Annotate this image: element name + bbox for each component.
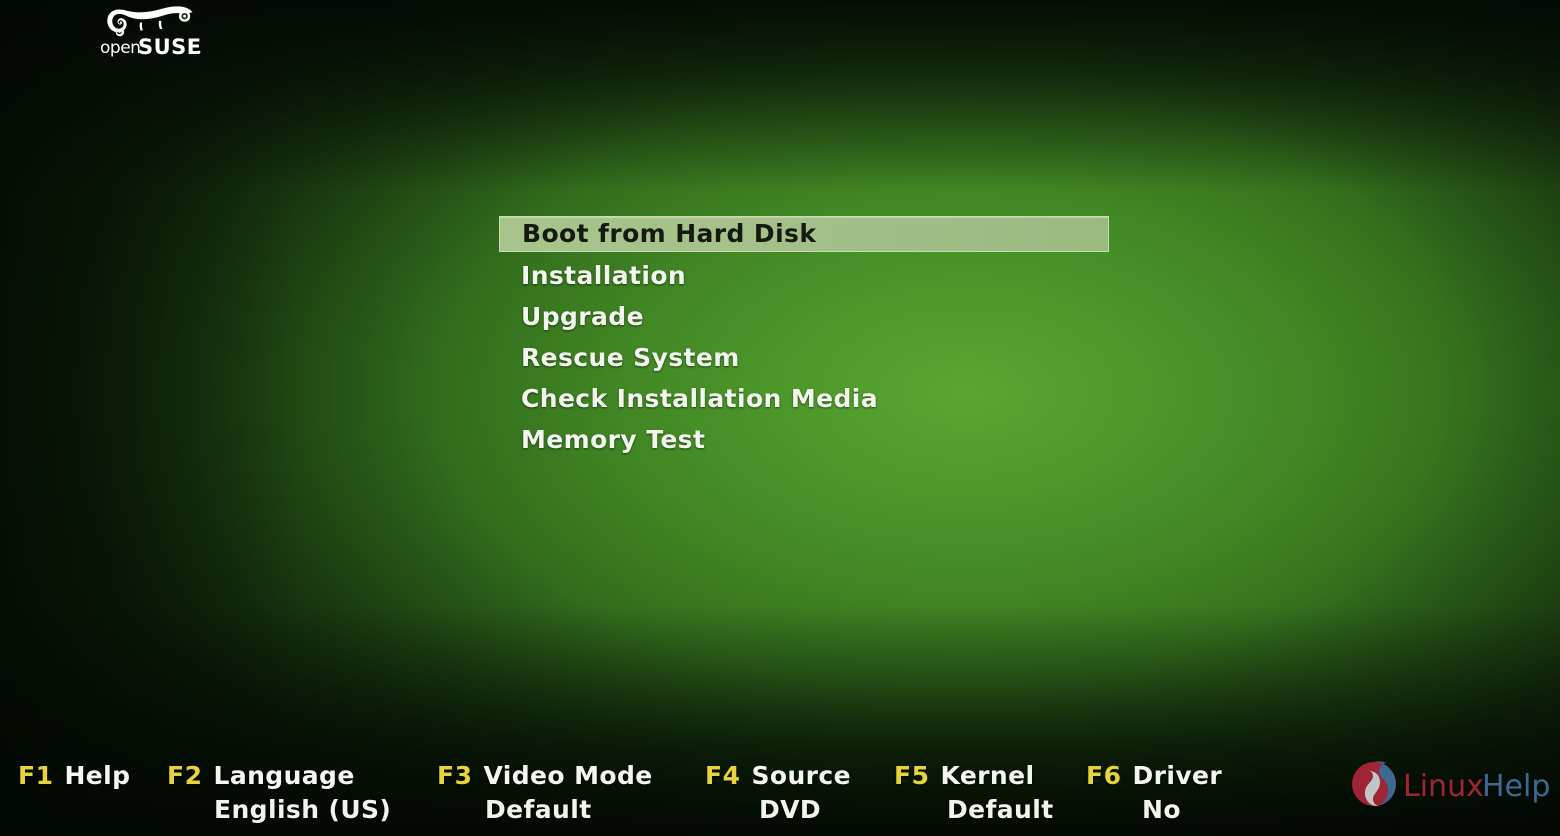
function-key-f5-value: Default	[947, 795, 1054, 824]
watermark-text-secondary: Help	[1482, 769, 1550, 804]
boot-menu-item-upgrade[interactable]: Upgrade	[499, 296, 1109, 337]
boot-menu-item-label: Boot from Hard Disk	[522, 219, 817, 248]
function-key-f3-value: Default	[485, 795, 592, 824]
linuxhelp-watermark: Linux Help	[1349, 757, 1554, 811]
svg-text:SUSE: SUSE	[138, 35, 202, 58]
function-key-f2-value: English (US)	[214, 795, 392, 824]
function-key-f1-key: F1	[18, 761, 54, 790]
function-key-bar: F1 Help F2 Language English (US) F3 Video M…	[0, 756, 1560, 836]
function-key-f5-label: Kernel	[940, 761, 1035, 790]
function-key-f2-label: Language	[213, 761, 355, 790]
chameleon-geeko-icon	[107, 6, 193, 37]
function-key-f3-key: F3	[437, 761, 473, 790]
svg-text:open: open	[100, 38, 140, 58]
opensuse-boot-screen: open SUSE Boot from Hard Disk Installati…	[0, 0, 1560, 836]
linuxhelp-swirl-icon	[1352, 761, 1396, 807]
function-key-f6-label: Driver	[1132, 761, 1223, 790]
watermark-text-primary: Linux	[1403, 769, 1484, 804]
boot-menu-item-rescue-system[interactable]: Rescue System	[499, 337, 1109, 378]
boot-menu[interactable]: Boot from Hard Disk Installation Upgrade…	[499, 214, 1109, 460]
boot-menu-item-memory-test[interactable]: Memory Test	[499, 419, 1109, 460]
opensuse-logo: open SUSE	[96, 2, 204, 58]
boot-menu-item-label: Check Installation Media	[521, 384, 879, 413]
function-key-f6-key: F6	[1086, 761, 1122, 790]
function-key-f5-key: F5	[894, 761, 930, 790]
boot-menu-item-label: Rescue System	[521, 343, 740, 372]
function-key-f2-key: F2	[167, 761, 203, 790]
function-key-f4-key: F4	[705, 761, 741, 790]
boot-menu-item-label: Upgrade	[521, 302, 644, 331]
boot-menu-item-check-installation-media[interactable]: Check Installation Media	[499, 378, 1109, 419]
background-left-shade	[0, 0, 300, 836]
opensuse-wordmark: open SUSE	[100, 35, 202, 58]
function-key-f4-value: DVD	[759, 795, 822, 824]
function-key-f3-label: Video Mode	[483, 761, 653, 790]
function-key-f1-label: Help	[64, 761, 131, 790]
boot-menu-item-boot-from-hard-disk[interactable]: Boot from Hard Disk	[499, 216, 1109, 252]
function-key-f4-label: Source	[751, 761, 851, 790]
boot-menu-item-label: Memory Test	[521, 425, 706, 454]
boot-menu-item-installation[interactable]: Installation	[499, 255, 1109, 296]
function-key-f6-value: No	[1142, 795, 1181, 824]
boot-menu-item-label: Installation	[521, 261, 687, 290]
